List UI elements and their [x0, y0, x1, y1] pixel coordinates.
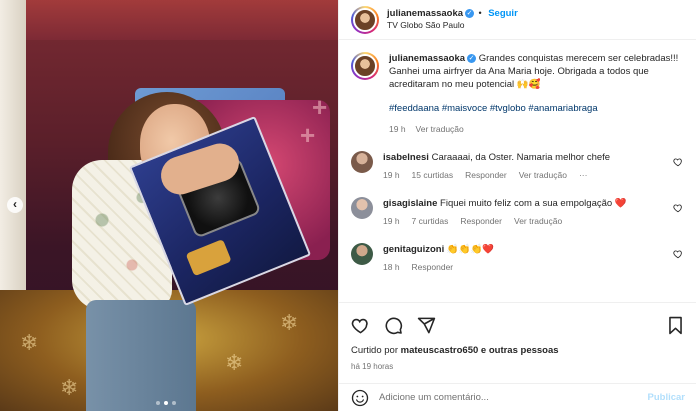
carousel-dot — [156, 401, 160, 405]
verified-icon: ✓ — [467, 53, 477, 63]
post-location[interactable]: TV Globo São Paulo — [387, 20, 518, 30]
jeans — [86, 300, 196, 411]
comment-username[interactable]: genitaguizoni — [383, 244, 444, 255]
food-image — [185, 239, 232, 277]
comment-username[interactable]: gisagislaine — [383, 198, 437, 209]
comment-time: 19 h — [383, 216, 400, 226]
comment-likes[interactable]: 7 curtidas — [412, 216, 449, 226]
publish-button[interactable]: Publicar — [648, 392, 686, 403]
decor-plus: + — [300, 120, 316, 150]
heart-icon[interactable] — [351, 316, 370, 335]
comment-item: gisagislaine Fiquei muito feliz com a su… — [351, 197, 685, 226]
chevron-left-icon[interactable]: ‹ — [7, 197, 23, 213]
more-options-icon[interactable]: ··· — [579, 170, 588, 180]
carousel-dot — [172, 401, 176, 405]
comment-avatar[interactable] — [351, 243, 373, 265]
caption-hashtags[interactable]: #feeddaana #maisvoce #tvglobo #anamariab… — [389, 102, 689, 115]
translate-link[interactable]: Ver tradução — [416, 124, 464, 134]
comment-username[interactable]: isabelnesi — [383, 152, 429, 163]
post-header: julianemassaoka ✓ • Seguir TV Globo São P… — [339, 0, 696, 40]
comment-icon[interactable] — [384, 316, 403, 335]
verified-icon: ✓ — [465, 8, 475, 18]
heart-icon[interactable] — [673, 157, 683, 167]
snowflake-decor: ❄ — [20, 330, 39, 355]
comment-text: Caraaaai, da Oster. Namaria melhor chefe — [431, 152, 611, 163]
comment-text: Fiquei muito feliz com a sua empolgação … — [440, 198, 627, 209]
comment-avatar[interactable] — [351, 197, 373, 219]
translate-link[interactable]: Ver tradução — [514, 216, 562, 226]
carousel-dots — [156, 401, 176, 405]
avatar[interactable] — [351, 5, 379, 34]
post-photo[interactable]: + + ❄ ❄ ❄ ❄ ‹ — [0, 0, 338, 411]
share-icon[interactable] — [417, 316, 436, 335]
translate-link[interactable]: Ver tradução — [519, 170, 567, 180]
comments-scroll[interactable]: julianemassaoka ✓ Grandes conquistas mere… — [339, 40, 696, 302]
liked-by-user[interactable]: mateuscastro650 — [401, 345, 479, 356]
heart-icon[interactable] — [673, 249, 683, 259]
bookmark-icon[interactable] — [666, 316, 685, 335]
comment-time: 18 h — [383, 262, 400, 272]
reply-button[interactable]: Responder — [460, 216, 502, 226]
post-date: há 19 horas — [351, 362, 394, 371]
carousel-dot-active — [164, 401, 168, 405]
snowflake-decor: ❄ — [225, 350, 244, 375]
post-sidebar: julianemassaoka ✓ • Seguir TV Globo São P… — [338, 0, 696, 411]
heart-icon[interactable] — [673, 203, 683, 213]
reply-button[interactable]: Responder — [465, 170, 507, 180]
reply-button[interactable]: Responder — [412, 262, 454, 272]
add-comment-bar: Publicar — [339, 383, 696, 411]
emoji-icon[interactable] — [351, 389, 369, 407]
separator-dot: • — [476, 7, 485, 18]
comment-input[interactable] — [379, 392, 638, 403]
caption-username[interactable]: julianemassaoka — [389, 53, 465, 64]
caption: julianemassaoka ✓ Grandes conquistas mere… — [351, 52, 685, 134]
snowflake-decor: ❄ — [280, 310, 299, 335]
post-actions: Curtido por mateuscastro650 e outras pes… — [339, 302, 696, 371]
liked-by[interactable]: Curtido por mateuscastro650 e outras pes… — [351, 345, 685, 356]
snowflake-decor: ❄ — [60, 375, 79, 400]
comment-item: isabelnesi Caraaaai, da Oster. Namaria m… — [351, 151, 685, 180]
instagram-post-modal: + + ❄ ❄ ❄ ❄ ‹ julianemassaoka ✓ • Seguir… — [0, 0, 696, 411]
comment-text: 👏👏👏❤️ — [446, 244, 495, 255]
studio-wall — [0, 0, 26, 290]
comment-time: 19 h — [383, 170, 400, 180]
post-username[interactable]: julianemassaoka — [387, 8, 463, 19]
avatar[interactable] — [351, 52, 379, 80]
caption-time: 19 h — [389, 124, 406, 134]
comment-likes[interactable]: 15 curtidas — [412, 170, 454, 180]
comment-avatar[interactable] — [351, 151, 373, 173]
follow-button[interactable]: Seguir — [488, 8, 518, 19]
comment-item: genitaguizoni 👏👏👏❤️ 18 h Responder — [351, 243, 685, 272]
liked-by-prefix: Curtido por — [351, 345, 398, 356]
decor-plus: + — [312, 92, 328, 122]
studio-beam — [0, 0, 338, 40]
liked-by-others[interactable]: e outras pessoas — [481, 345, 559, 356]
